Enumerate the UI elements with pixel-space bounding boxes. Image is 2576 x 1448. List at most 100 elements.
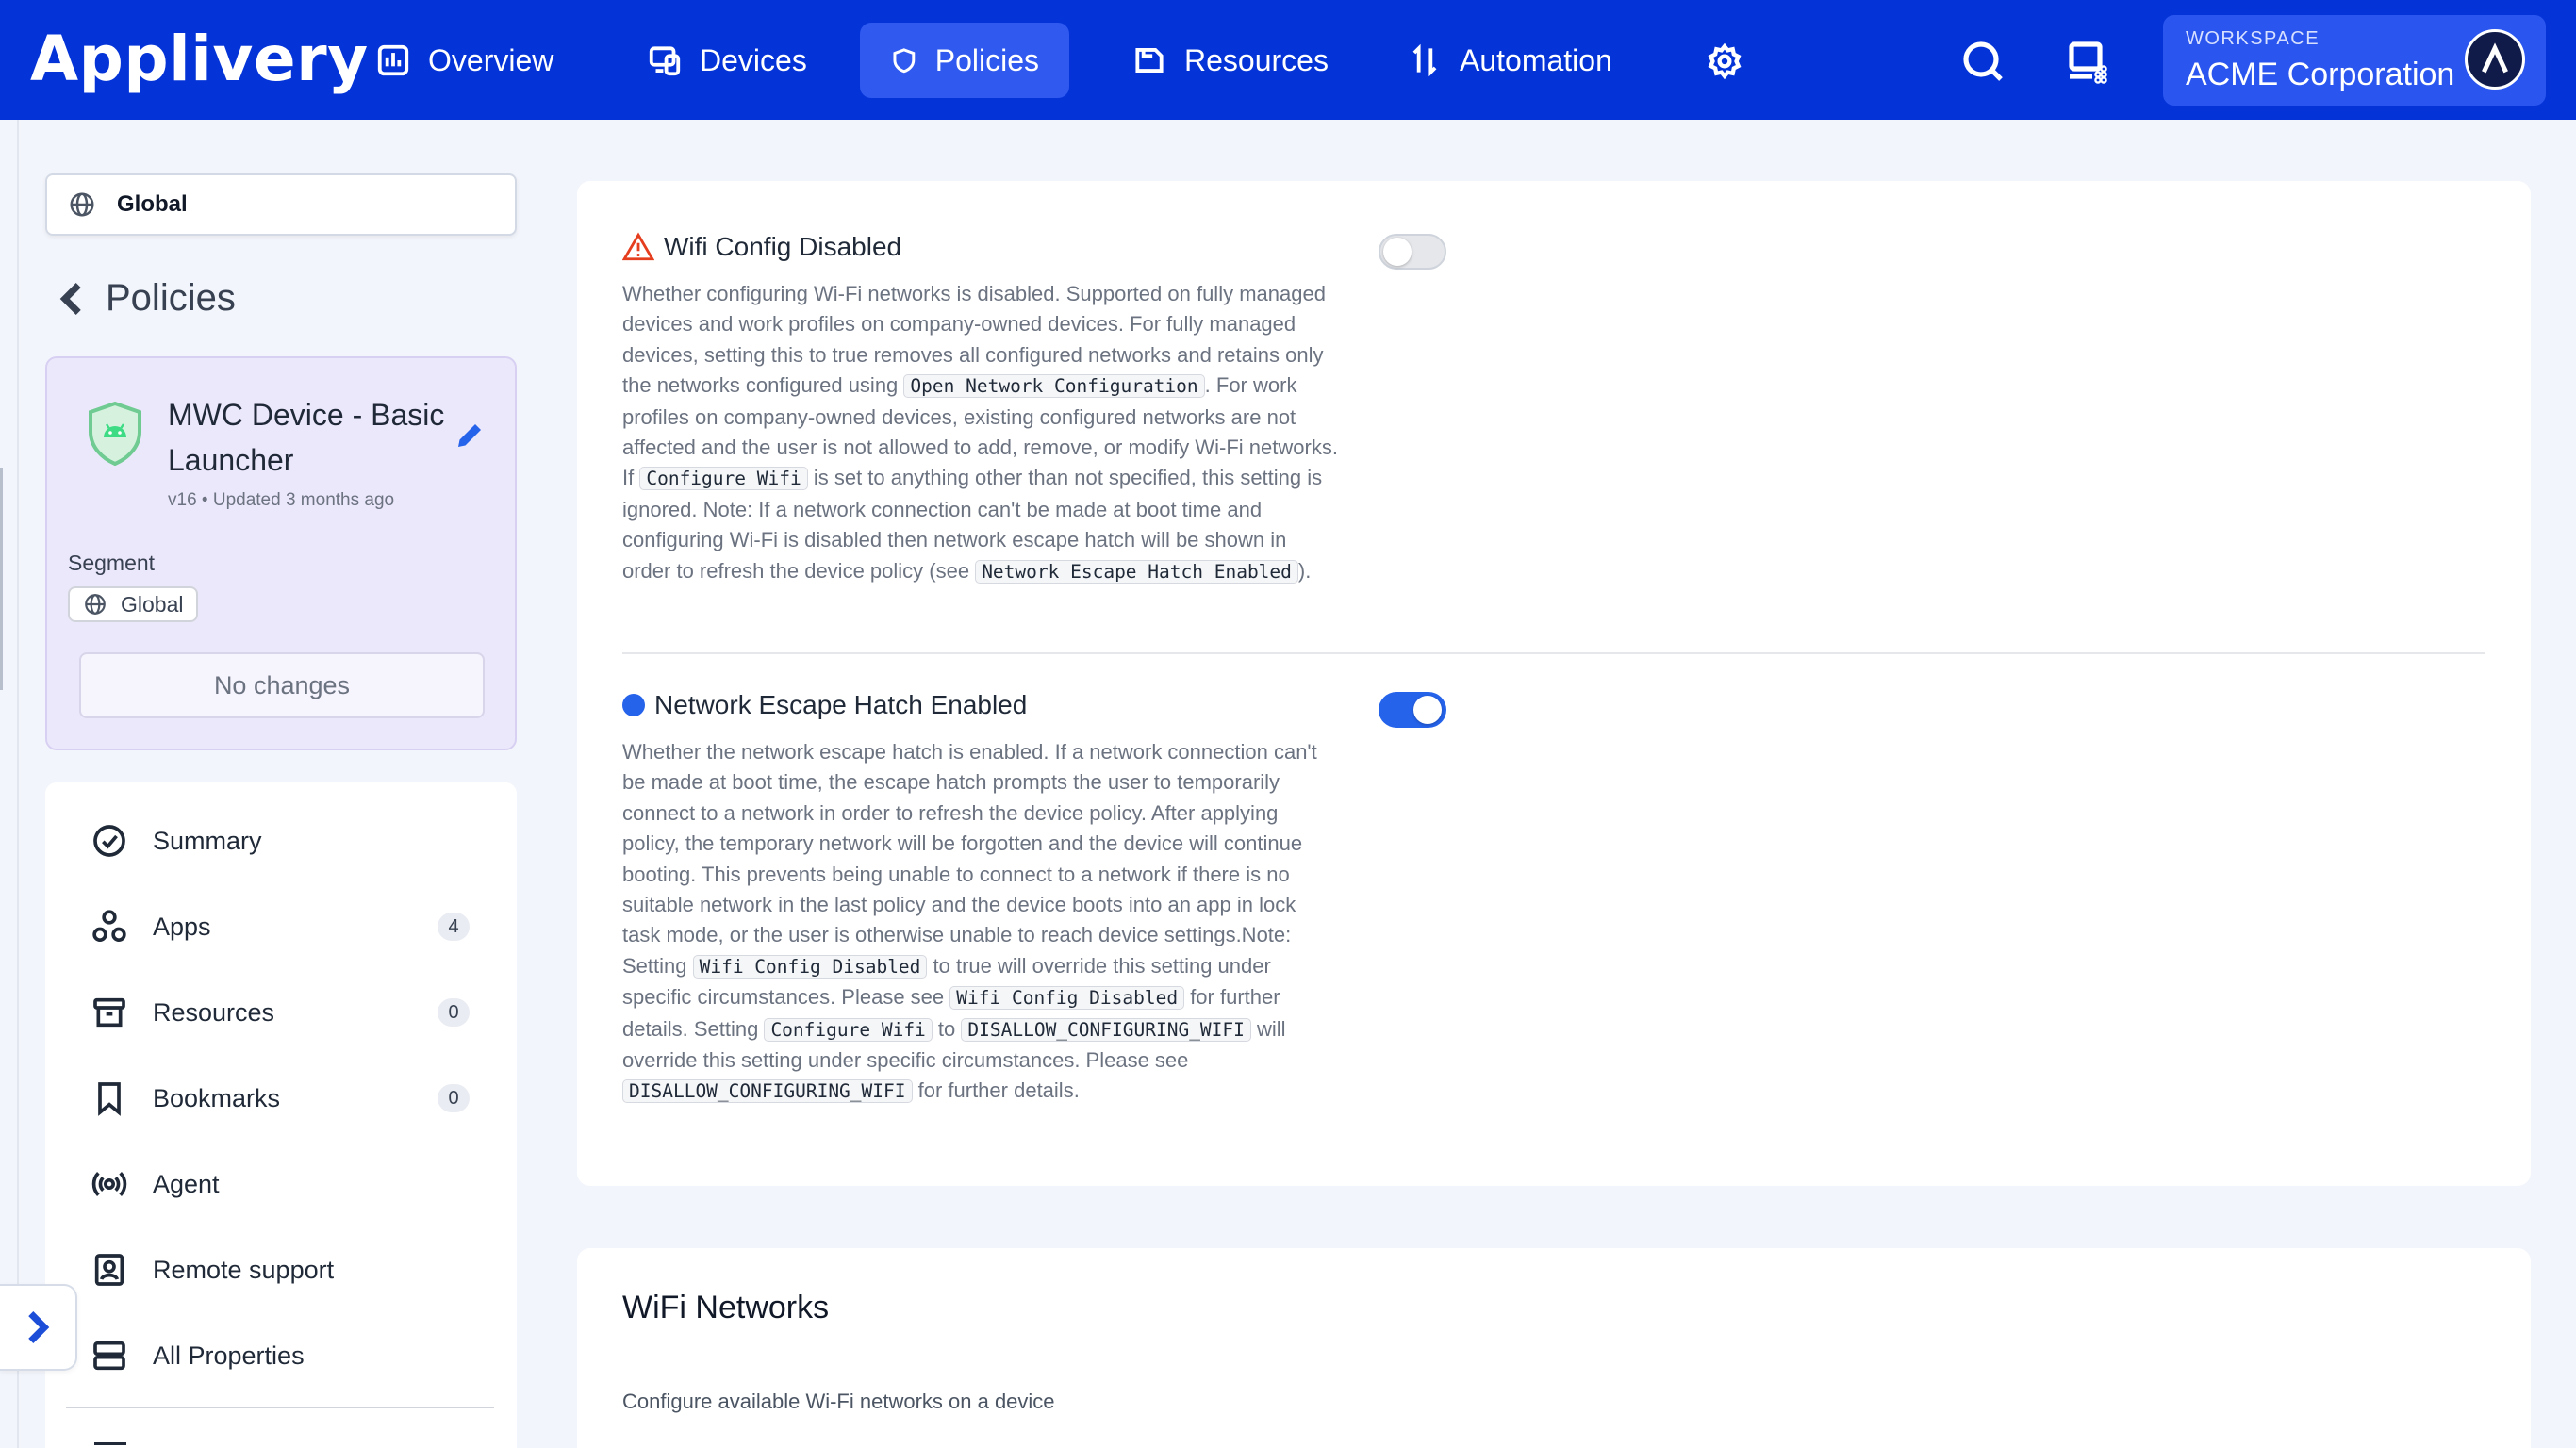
policy-name: MWC Device - Basic Launcher [168,398,445,477]
broadcast-icon [91,1172,127,1196]
policy-meta: v16 • Updated 3 months ago [168,490,395,510]
segment-label: Segment [68,551,156,575]
menu-item-label: Agent [153,1169,220,1198]
apps-icon [92,910,126,942]
policy-menu: Summary Apps 4 Resources 0 Bookmarks 0 A… [45,782,517,1448]
wifi-config-title: Wifi Config Disabled [622,232,901,262]
back-to-policies[interactable]: Policies [58,277,236,320]
menu-item-label: Bookmarks [153,1083,281,1112]
archive-icon [93,997,125,1028]
nav-automation[interactable]: Automation [1377,23,1643,98]
bookmarks-count-badge: 0 [438,1084,470,1112]
menu-divider [66,1407,494,1408]
avatar-logo-icon [2482,42,2508,74]
nav-resources[interactable]: Resources [1101,23,1359,98]
workspace-name: ACME Corporation [2186,57,2455,92]
nav-automation-label: Automation [1460,42,1612,77]
resources-count-badge: 0 [438,998,470,1027]
bookmark-icon [98,1082,121,1116]
settings-card: Wifi Config Disabled Whether configuring… [577,181,2531,1186]
segment-chip-label: Global [121,591,184,617]
inline-code: DISALLOW_CONFIGURING_WIFI [961,1017,1251,1042]
menu-item-summary[interactable]: Summary [91,813,515,869]
description-text: ). [1297,558,1312,583]
escape-hatch-title-text: Network Escape Hatch Enabled [654,690,1028,719]
wifi-networks-title: WiFi Networks [622,1290,830,1325]
wifi-config-disabled-toggle[interactable] [1379,234,1446,270]
menu-item-apps[interactable]: Apps 4 [91,898,515,955]
escape-hatch-description: Whether the network escape hatch is enab… [622,737,1339,1108]
menu-item-all-properties[interactable]: All Properties [91,1327,515,1384]
check-circle-icon [93,825,125,857]
menu-item-bookmarks[interactable]: Bookmarks 0 [91,1070,515,1127]
settings-button[interactable] [1697,34,1752,89]
segment-chip: Global [68,586,199,622]
menu-item-label: Resources [153,997,275,1027]
scroll-indicator [0,468,3,690]
list-icon [93,1341,125,1371]
search-icon [1963,41,2003,81]
nav-devices-label: Devices [700,42,807,77]
inline-code: Wifi Config Disabled [949,986,1185,1011]
chart-bars-icon [377,44,409,76]
inline-code: Wifi Config Disabled [692,954,928,979]
wifi-networks-card: WiFi Networks Configure available Wi-Fi … [577,1248,2531,1448]
segment-selector[interactable]: Global [45,173,517,236]
nav-policies[interactable]: Policies [860,23,1069,98]
wifi-networks-subtitle: Configure available Wi-Fi networks on a … [622,1390,1055,1413]
menu-item-resources[interactable]: Resources 0 [91,984,515,1041]
description-text: to [932,1016,962,1041]
search-button[interactable] [1956,34,2010,89]
toggle-knob [1383,238,1412,266]
menu-item-label: All Properties [153,1341,305,1370]
device-grid-icon [2069,41,2107,84]
globe-icon [85,594,106,615]
workspace-switcher[interactable]: WORKSPACE ACME Corporation [2163,15,2546,106]
nav-resources-label: Resources [1184,42,1329,77]
inline-code: Network Escape Hatch Enabled [975,559,1298,584]
arrows-icon [1412,43,1437,77]
expand-sidebar-button[interactable] [0,1284,77,1371]
nav-devices[interactable]: Devices [617,23,837,98]
inline-code: Open Network Configuration [903,374,1205,399]
nav-overview-label: Overview [428,42,554,77]
escape-hatch-title: Network Escape Hatch Enabled [622,690,1027,720]
wifi-config-title-text: Wifi Config Disabled [664,232,902,261]
workspace-avatar[interactable] [2465,29,2525,90]
applivery-logo[interactable]: Applivery [30,23,369,95]
network-escape-hatch-toggle[interactable] [1379,692,1446,728]
policy-card: MWC Device - Basic Launcher v16 • Update… [45,356,517,750]
menu-item-label: Summary [153,826,262,855]
gear-icon [1708,42,1742,80]
shield-icon [893,48,916,74]
remote-support-icon [94,1254,124,1286]
back-label: Policies [106,277,236,319]
left-border [17,120,19,1448]
description-text: Whether the network escape hatch is enab… [622,740,1317,978]
workspace-caption: WORKSPACE [2186,28,2320,49]
inline-code: Configure Wifi [639,467,808,491]
globe-icon [70,192,94,217]
nav-policies-label: Policies [934,42,1039,77]
enabled-dot-icon [622,694,645,716]
warning-triangle-icon [622,232,654,261]
inline-code: DISALLOW_CONFIGURING_WIFI [622,1079,913,1104]
folder-icon [1135,48,1164,73]
segment-selector-label: Global [117,191,188,217]
toggle-knob [1413,696,1442,724]
menu-item-remote-support[interactable]: Remote support [91,1242,515,1298]
inline-code: Configure Wifi [764,1017,933,1042]
nav-overview[interactable]: Overview [345,23,584,98]
top-navigation: Applivery Overview Devices Policies Reso… [0,0,2576,120]
settings-divider [622,652,2485,654]
chevron-right-icon [28,1311,50,1343]
devices-icon [649,46,681,76]
device-grid-button[interactable] [2061,34,2116,89]
pencil-edit-icon[interactable] [453,419,487,452]
menu-item-label: Apps [153,912,211,941]
no-changes-button[interactable]: No changes [79,652,485,718]
next-menu-item-icon [94,1442,126,1448]
menu-item-agent[interactable]: Agent [91,1156,515,1212]
menu-item-label: Remote support [153,1255,335,1284]
android-shield-icon [89,401,141,467]
